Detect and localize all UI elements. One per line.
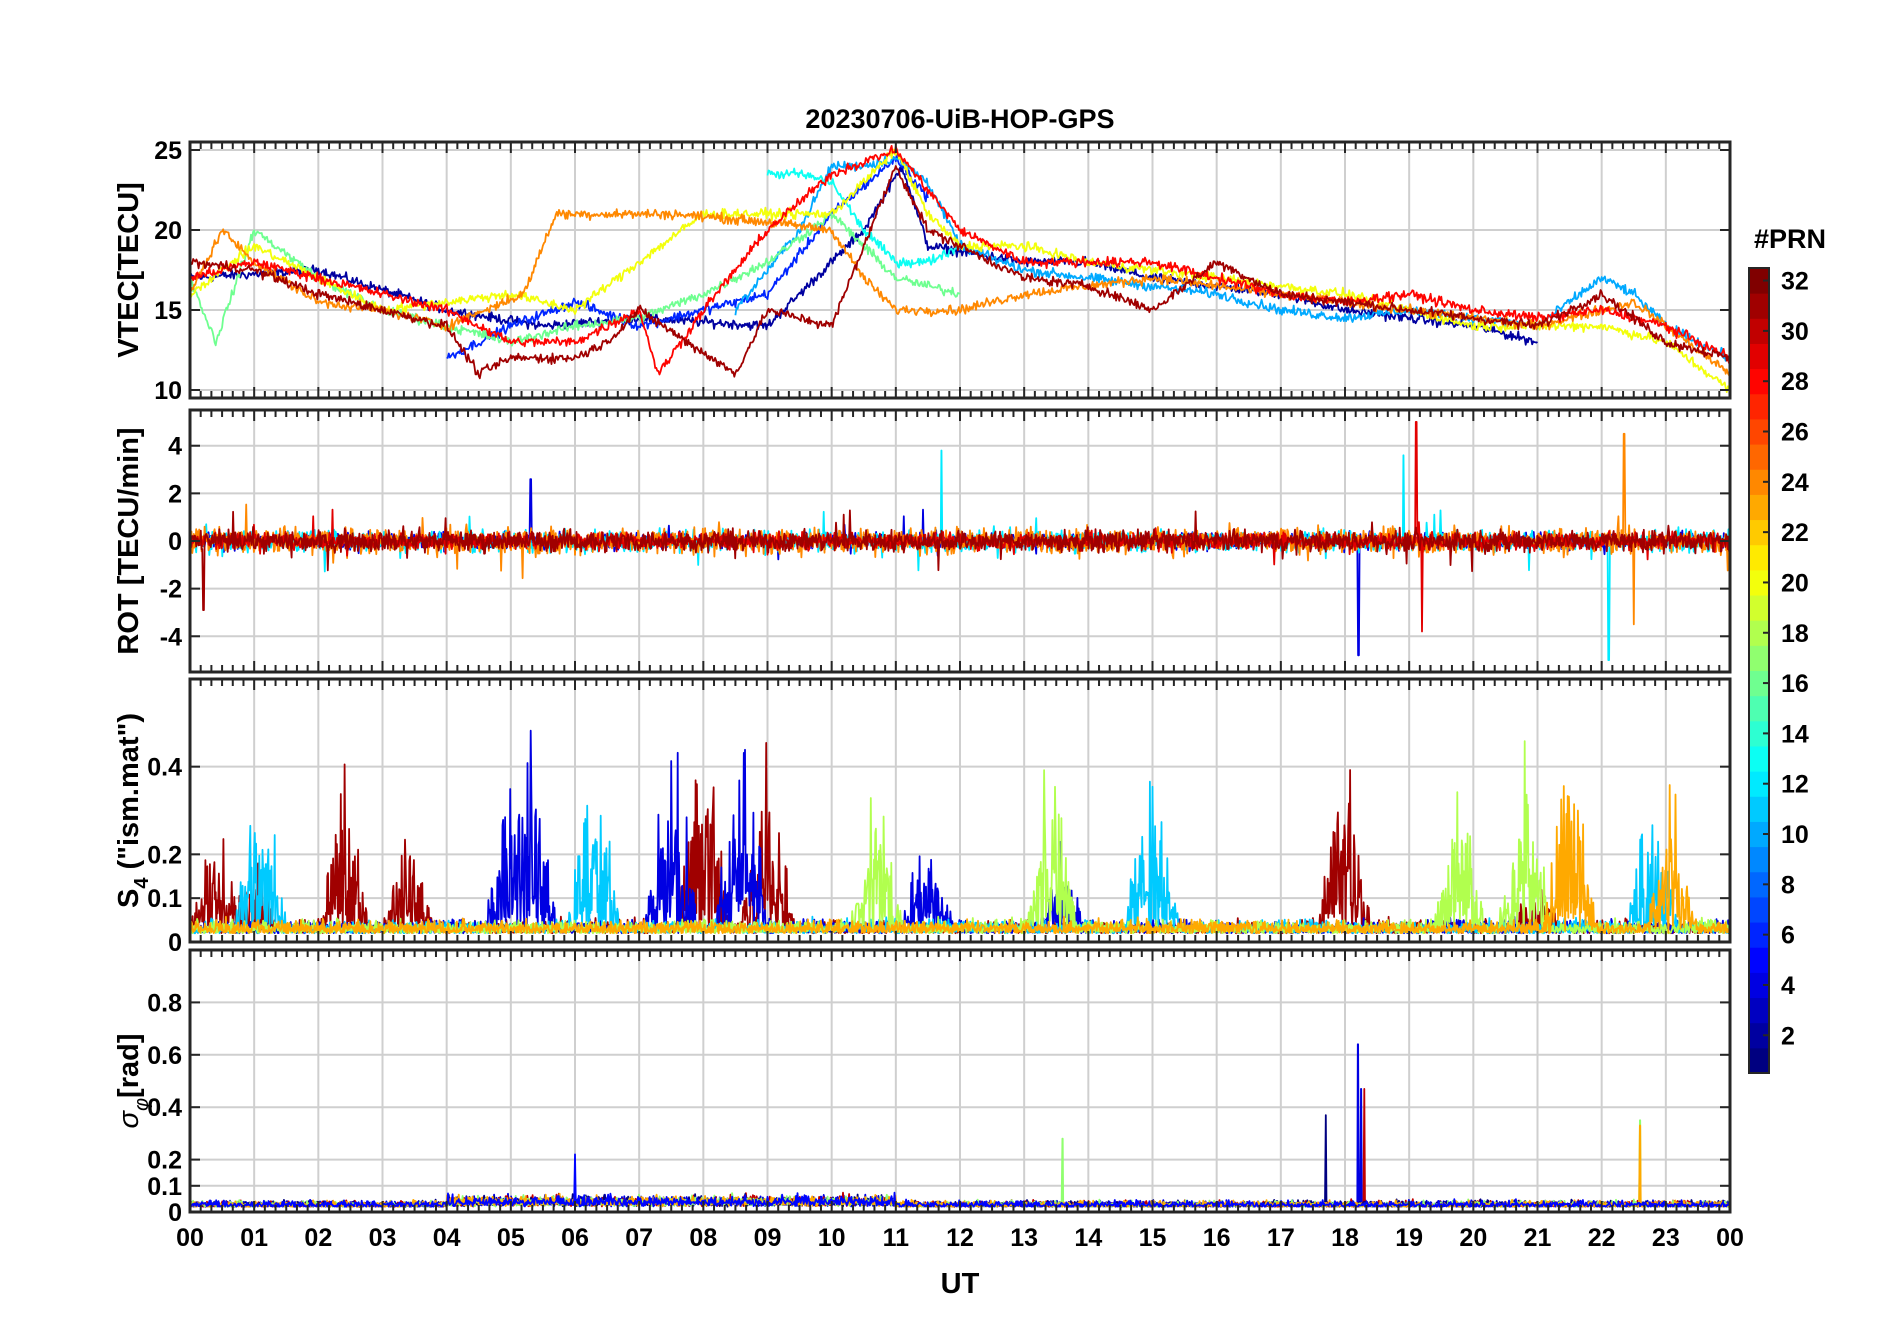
colorbar-swatch: [1749, 997, 1769, 1024]
y-axis-label: VTEC[TECU]: [113, 182, 145, 358]
x-tick-label: 16: [1203, 1224, 1231, 1252]
colorbar-swatch: [1749, 645, 1769, 671]
x-tick-label: 05: [497, 1224, 525, 1252]
panel-sigma_phi: 00.10.20.40.60.8σφ[rad]: [113, 948, 1732, 1227]
y-tick-label: 0.4: [147, 754, 182, 782]
y-tick-label: 20: [154, 217, 182, 245]
x-tick-label: 12: [946, 1224, 974, 1252]
y-tick-label: 4: [168, 433, 182, 461]
y-tick-label: 0: [168, 1199, 182, 1227]
x-tick-label: 09: [754, 1224, 782, 1252]
colorbar-tick-label: 22: [1781, 519, 1809, 547]
y-tick-label: 15: [154, 297, 182, 325]
y-tick-label: 0: [168, 929, 182, 957]
colorbar-swatch: [1749, 1047, 1769, 1074]
colorbar-tick-label: 24: [1781, 469, 1809, 497]
y-tick-label: 0.2: [147, 841, 182, 869]
colorbar-swatch: [1749, 846, 1769, 873]
x-tick-label: 21: [1524, 1224, 1552, 1252]
panel-s4: 00.10.20.4S4 ("ism.mat"): [113, 677, 1732, 957]
x-tick-label: 23: [1652, 1224, 1680, 1252]
x-tick-label: 14: [1074, 1224, 1102, 1252]
figure-canvas: 20230706-UiB-HOP-GPS 10152025VTEC[TECU]-…: [113, 104, 1826, 1300]
colorbar-tick-label: 10: [1781, 821, 1809, 849]
x-tick-label: 20: [1459, 1224, 1487, 1252]
colorbar-tick-label: 30: [1781, 318, 1809, 346]
colorbar: 2468101214161820222426283032: [1748, 267, 1809, 1074]
colorbar-tick-label: 2: [1781, 1022, 1795, 1050]
x-tick-label: 10: [818, 1224, 846, 1252]
colorbar-tick-label: 18: [1781, 620, 1809, 648]
colorbar-tick-label: 14: [1781, 720, 1809, 748]
x-tick-label: 07: [625, 1224, 653, 1252]
x-tick-label: 18: [1331, 1224, 1359, 1252]
x-tick-label: 01: [240, 1224, 268, 1252]
x-tick-label: 08: [689, 1224, 717, 1252]
x-tick-label: 17: [1267, 1224, 1295, 1252]
colorbar-swatch: [1749, 695, 1769, 722]
panel-vtec: 10 15 20 25 VTEC[TECU]: [113, 137, 1732, 405]
x-tick-label: 00: [176, 1224, 204, 1252]
y-tick-label: 25: [154, 137, 182, 165]
y-tick-label: 10: [154, 377, 182, 405]
colorbar-tick-label: 28: [1781, 368, 1809, 396]
x-tick-label: 11: [883, 1224, 910, 1252]
x-tick-label: 02: [304, 1224, 332, 1252]
colorbar-tick-label: 12: [1781, 771, 1809, 799]
colorbar-swatch: [1749, 494, 1769, 521]
colorbar-tick-label: 16: [1781, 670, 1809, 698]
colorbar-swatch: [1749, 444, 1769, 470]
y-axis-label: ROT [TECU/min]: [113, 427, 145, 654]
colorbar-swatch: [1749, 393, 1769, 420]
colorbar-tick-label: 4: [1781, 972, 1795, 1000]
colorbar-swatch: [1749, 796, 1769, 822]
colorbar-tick-label: 20: [1781, 569, 1809, 597]
x-tick-label: 19: [1395, 1224, 1423, 1252]
x-tick-label: 13: [1010, 1224, 1038, 1252]
colorbar-tick-label: 8: [1781, 871, 1795, 899]
y-tick-label: -4: [160, 623, 182, 651]
x-tick-label: 03: [369, 1224, 397, 1252]
y-tick-label: 0.1: [147, 1173, 182, 1201]
x-tick-label: 04: [433, 1224, 461, 1252]
y-tick-label: 0.8: [147, 989, 182, 1017]
colorbar-tick-label: 6: [1781, 922, 1795, 950]
colorbar-swatch: [1749, 896, 1769, 923]
colorbar-swatch: [1749, 595, 1769, 621]
y-tick-label: -2: [160, 576, 182, 604]
colorbar-swatch: [1749, 947, 1769, 973]
x-tick-label: 00: [1716, 1224, 1744, 1252]
colorbar-swatch: [1749, 293, 1769, 319]
panel-rot: -4 -2 0 2 4 ROT [TECU/min]: [113, 408, 1732, 674]
colorbar-tick-label: 32: [1781, 268, 1809, 296]
x-axis-label: UT: [941, 1268, 980, 1300]
colorbar-swatch: [1749, 745, 1769, 772]
y-tick-label: 0: [168, 528, 182, 556]
y-tick-label: 2: [168, 480, 182, 508]
x-tick-label: 15: [1139, 1224, 1167, 1252]
chart-title: 20230706-UiB-HOP-GPS: [805, 104, 1114, 134]
y-tick-label: 0.2: [147, 1147, 182, 1175]
colorbar-tick-label: 26: [1781, 419, 1809, 447]
colorbar-title: #PRN: [1754, 224, 1826, 254]
x-tick-label: 22: [1588, 1224, 1616, 1252]
colorbar-swatch: [1749, 343, 1769, 370]
y-axis-label: S4 ("ism.mat"): [113, 713, 153, 908]
x-tick-label: 06: [561, 1224, 589, 1252]
colorbar-swatch: [1749, 544, 1769, 571]
y-tick-label: 0.6: [147, 1042, 182, 1070]
